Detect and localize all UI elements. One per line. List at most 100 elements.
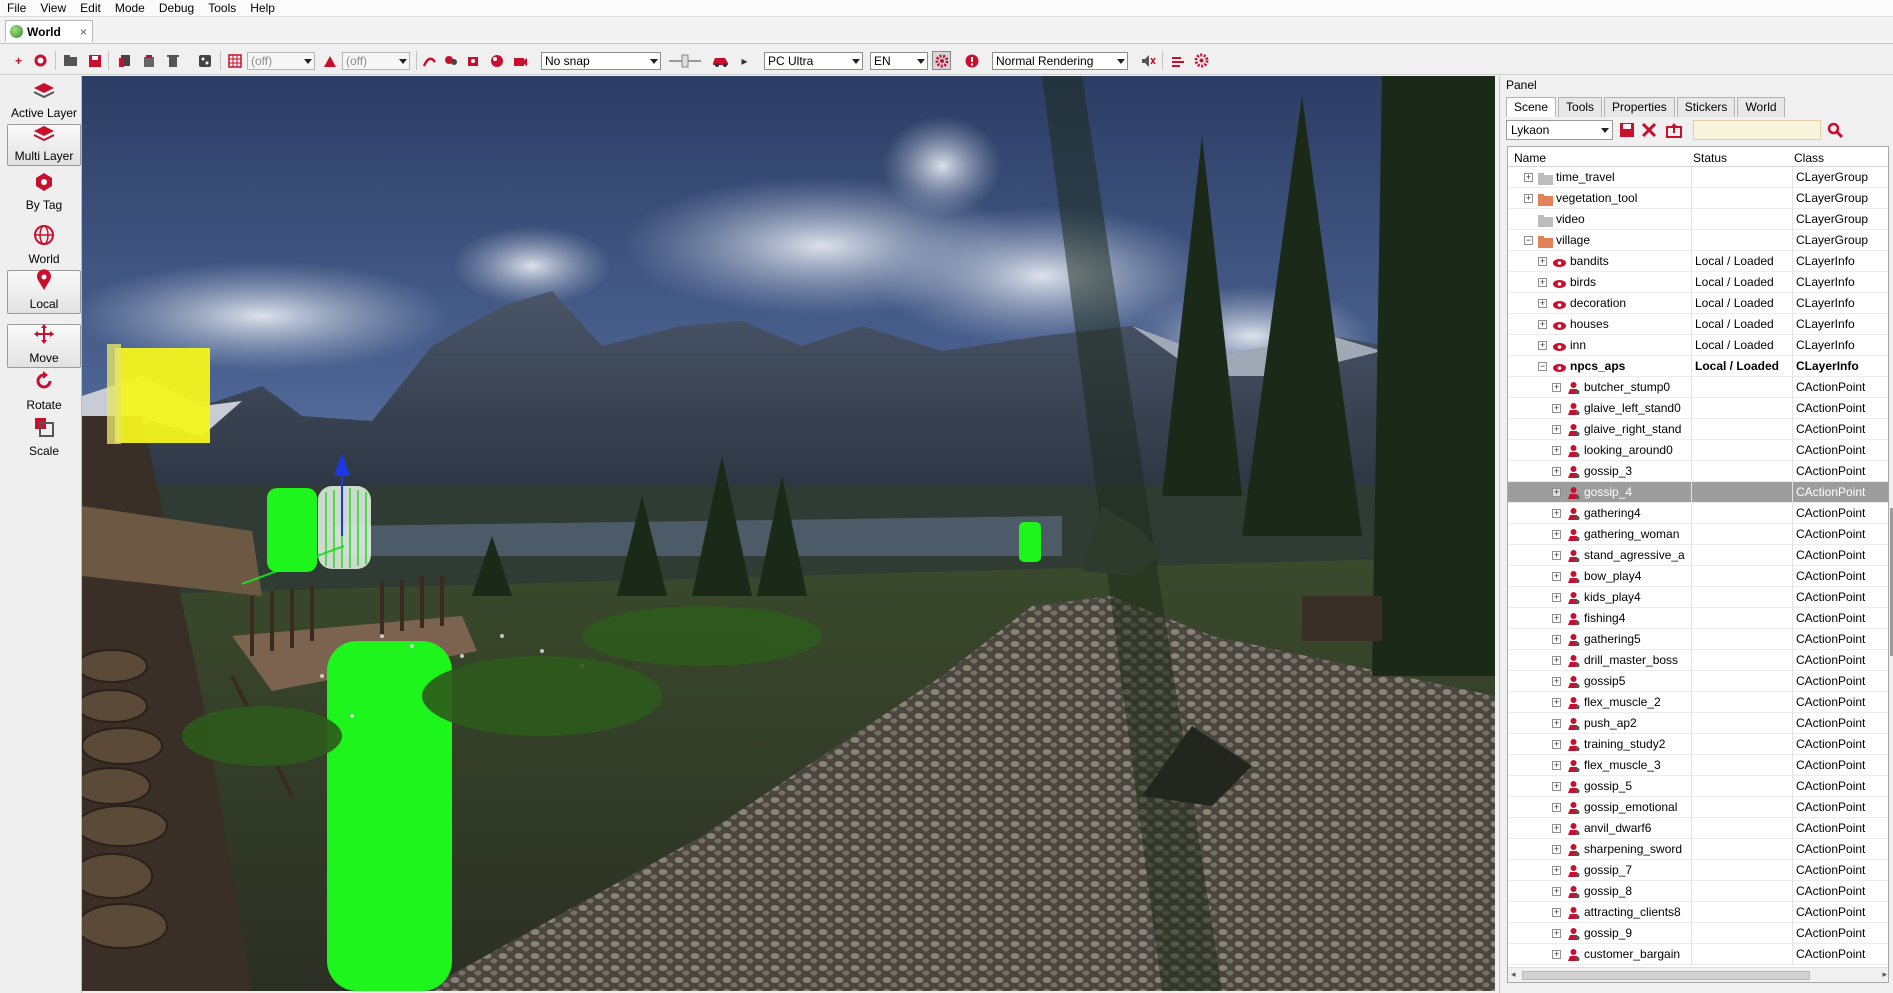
expand-icon[interactable]: + [1552, 488, 1561, 497]
tree-row[interactable]: + customer_bargain CActionPoint [1508, 944, 1888, 965]
tree-row[interactable]: + gossip_9 CActionPoint [1508, 923, 1888, 944]
visibility-eye-icon[interactable] [1552, 339, 1567, 351]
tree-row[interactable]: + kids_play4 CActionPoint [1508, 587, 1888, 608]
expand-icon[interactable]: + [1552, 803, 1561, 812]
expand-icon[interactable]: + [1552, 887, 1561, 896]
brush-tool-icon[interactable] [443, 52, 460, 69]
tree-row[interactable]: + drill_master_boss CActionPoint [1508, 650, 1888, 671]
layer-filter-dropdown-1[interactable]: (off) [247, 52, 315, 70]
sphere-tool-icon[interactable] [489, 52, 506, 69]
tree-row[interactable]: + houses Local / Loaded CLayerInfo [1508, 314, 1888, 335]
visibility-eye-icon[interactable] [1552, 276, 1567, 288]
tree-row[interactable]: + stand_agressive_a CActionPoint [1508, 545, 1888, 566]
expand-icon[interactable]: + [1552, 446, 1561, 455]
save-icon[interactable] [86, 52, 103, 69]
scene-viewport[interactable] [82, 76, 1495, 991]
expand-icon[interactable]: + [1552, 635, 1561, 644]
tree-row[interactable]: + attracting_clients8 CActionPoint [1508, 902, 1888, 923]
snap-dropdown[interactable]: No snap [541, 52, 661, 70]
rendering-mode-dropdown[interactable]: Normal Rendering [992, 52, 1128, 70]
expand-icon[interactable]: + [1552, 656, 1561, 665]
tree-row[interactable]: + bow_play4 CActionPoint [1508, 566, 1888, 587]
expand-icon[interactable]: + [1552, 383, 1561, 392]
expand-icon[interactable]: + [1552, 929, 1561, 938]
tree-row[interactable]: + looking_around0 CActionPoint [1508, 440, 1888, 461]
tree-row[interactable]: + glaive_right_stand CActionPoint [1508, 419, 1888, 440]
camera-icon[interactable] [512, 52, 529, 69]
expand-icon[interactable]: + [1552, 761, 1561, 770]
scene-search-input[interactable] [1693, 120, 1821, 140]
menu-help[interactable]: Help [243, 0, 282, 17]
expand-icon[interactable]: + [1552, 593, 1561, 602]
tree-row[interactable]: + decoration Local / Loaded CLayerInfo [1508, 293, 1888, 314]
expand-icon[interactable]: + [1552, 551, 1561, 560]
green-marker-center[interactable] [267, 488, 317, 572]
car-icon[interactable] [712, 52, 729, 69]
tree-row[interactable]: + gathering5 CActionPoint [1508, 629, 1888, 650]
play-icon[interactable]: ▸ [736, 52, 753, 69]
tree-row[interactable]: + butcher_stump0 CActionPoint [1508, 377, 1888, 398]
tree-row[interactable]: + bandits Local / Loaded CLayerInfo [1508, 251, 1888, 272]
delete-icon[interactable] [164, 52, 181, 69]
expand-icon[interactable]: + [1552, 404, 1561, 413]
scrollbar-thumb[interactable] [1522, 971, 1810, 980]
tab-stickers[interactable]: Stickers [1676, 97, 1736, 117]
visibility-eye-icon[interactable] [1552, 360, 1567, 372]
tree-row[interactable]: + anvil_dwarf6 CActionPoint [1508, 818, 1888, 839]
tree-row[interactable]: − npcs_aps Local / Loaded CLayerInfo [1508, 356, 1888, 377]
tree-row[interactable]: + vegetation_tool CLayerGroup [1508, 188, 1888, 209]
expand-icon[interactable]: + [1552, 572, 1561, 581]
visibility-eye-icon[interactable] [1552, 297, 1567, 309]
expand-icon[interactable]: + [1552, 719, 1561, 728]
world-select-dropdown[interactable]: Lykaon [1506, 120, 1613, 140]
remove-icon[interactable] [1641, 122, 1657, 138]
menu-view[interactable]: View [33, 0, 73, 17]
speed-slider[interactable] [668, 52, 702, 69]
tab-world[interactable]: World × [5, 20, 93, 42]
tree-row[interactable]: + gossip_4 CActionPoint [1508, 482, 1888, 503]
tree-row[interactable]: + gossip_3 CActionPoint [1508, 461, 1888, 482]
expand-icon[interactable]: + [1538, 299, 1547, 308]
scale-tool-button[interactable]: Scale [7, 416, 81, 460]
expand-icon[interactable]: + [1552, 509, 1561, 518]
tree-row[interactable]: + flex_muscle_3 CActionPoint [1508, 755, 1888, 776]
tab-tools[interactable]: Tools [1558, 97, 1603, 117]
expand-icon[interactable]: + [1538, 257, 1547, 266]
expand-icon[interactable]: + [1524, 194, 1533, 203]
expand-icon[interactable]: + [1552, 950, 1561, 959]
paint-tool-icon[interactable] [465, 52, 482, 69]
collapse-icon[interactable]: − [1538, 362, 1547, 371]
visibility-eye-icon[interactable] [1552, 318, 1567, 330]
column-status[interactable]: Status [1693, 151, 1727, 165]
tree-row[interactable]: + gossip5 CActionPoint [1508, 671, 1888, 692]
tree-row[interactable]: + glaive_left_stand0 CActionPoint [1508, 398, 1888, 419]
expand-icon[interactable]: + [1552, 740, 1561, 749]
angle-icon[interactable] [321, 52, 338, 69]
expand-icon[interactable]: + [1552, 530, 1561, 539]
multi-layer-button[interactable]: Multi Layer [7, 124, 81, 166]
tree-row[interactable]: + fishing4 CActionPoint [1508, 608, 1888, 629]
menu-tools[interactable]: Tools [201, 0, 243, 17]
by-tag-button[interactable]: By Tag [7, 170, 81, 214]
move-tool-button[interactable]: Move [7, 324, 81, 368]
tree-row[interactable]: + sharpening_sword CActionPoint [1508, 839, 1888, 860]
collapse-icon[interactable]: − [1524, 236, 1533, 245]
expand-icon[interactable]: + [1552, 824, 1561, 833]
expand-icon[interactable]: + [1552, 425, 1561, 434]
expand-icon[interactable]: + [1552, 866, 1561, 875]
warning-icon[interactable] [963, 52, 980, 69]
green-marker-far[interactable] [1019, 522, 1041, 562]
expand-icon[interactable]: + [1552, 698, 1561, 707]
menu-edit[interactable]: Edit [73, 0, 108, 17]
tree-row[interactable]: + gossip_emotional CActionPoint [1508, 797, 1888, 818]
expand-icon[interactable]: + [1552, 845, 1561, 854]
expand-icon[interactable]: + [1552, 908, 1561, 917]
menu-debug[interactable]: Debug [152, 0, 201, 17]
menu-mode[interactable]: Mode [108, 0, 152, 17]
menu-file[interactable]: File [0, 0, 33, 17]
tab-properties[interactable]: Properties [1604, 97, 1675, 117]
tab-scene[interactable]: Scene [1506, 97, 1557, 117]
options-gear-icon[interactable] [1193, 52, 1210, 69]
expand-icon[interactable]: + [1552, 614, 1561, 623]
settings-gear-icon[interactable] [932, 51, 951, 70]
